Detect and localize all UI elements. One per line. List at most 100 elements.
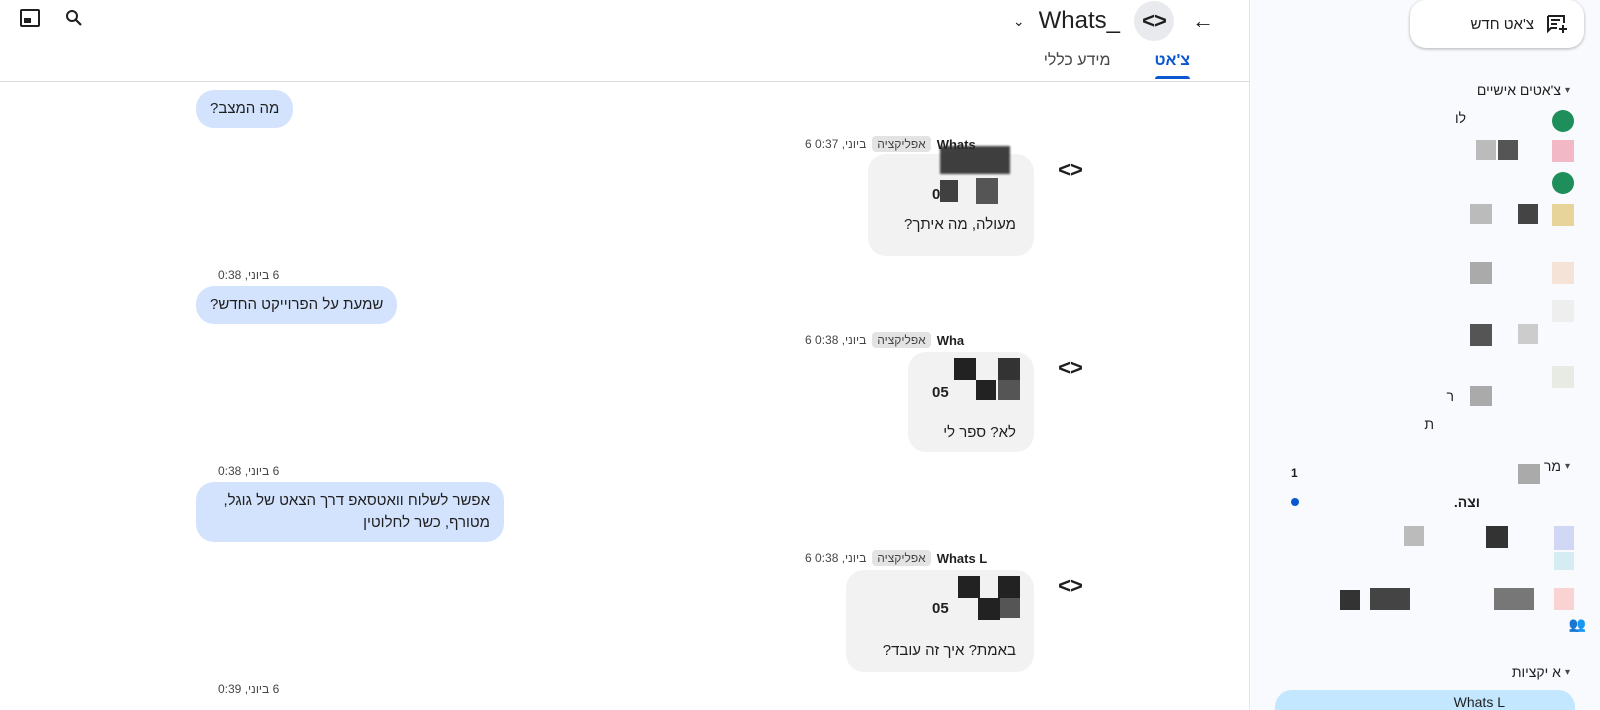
section-title: צ'אטים אישיים (1476, 82, 1561, 98)
redacted-block (1404, 526, 1424, 546)
redacted-block (1470, 386, 1492, 406)
message-time: 6 ביוני, 0:37 (805, 137, 867, 151)
redacted-block (1518, 324, 1538, 344)
redacted-block (1370, 588, 1410, 610)
direct-messages-header[interactable]: ▾ צ'אטים אישיים (1477, 82, 1570, 98)
avatar (1552, 366, 1574, 388)
redacted-block (1470, 262, 1492, 284)
redacted-block (1476, 140, 1496, 160)
message-time: 6 ביוני, 0:38 (805, 551, 867, 565)
app-avatar-icon[interactable]: <> (1050, 566, 1090, 606)
new-chat-icon (1547, 15, 1567, 34)
redacted-block (1470, 324, 1492, 346)
message-text: לא? ספר לי (943, 424, 1016, 441)
avatar (1552, 300, 1574, 322)
avatar (1552, 140, 1574, 162)
browse-spaces-link[interactable]: 👥 (1569, 616, 1586, 633)
avatar (1554, 588, 1574, 610)
message-list: מה המצב? 6 ביוני, 0:37 אפליקציה Whats 0 … (0, 82, 1250, 710)
redacted-block (978, 598, 1000, 620)
message-time: 6 ביוני, 0:38 (805, 333, 867, 347)
redacted-block (1340, 590, 1360, 610)
avatar (1552, 262, 1574, 284)
caret-down-icon: ▾ (1564, 666, 1570, 678)
picture-in-picture-icon[interactable] (18, 6, 42, 30)
caret-down-icon: ▾ (1564, 84, 1570, 96)
avatar (1552, 110, 1574, 132)
sidebar-item-app[interactable]: Whats L (1275, 690, 1575, 710)
redacted-block (1494, 588, 1534, 610)
app-badge: אפליקציה (872, 332, 931, 348)
incoming-message[interactable]: 05 לא? ספר לי (908, 352, 1034, 452)
space-row-label[interactable]: וצה. (1454, 494, 1480, 510)
app-badge: אפליקציה (872, 136, 931, 152)
redacted-block (998, 380, 1020, 400)
app-badge: אפליקציה (872, 550, 931, 566)
sender-phone: 05 (932, 600, 949, 617)
sender-name: Wha (936, 332, 965, 348)
chat-title-area: ⌄ Whats_ <> ← (1013, 1, 1214, 41)
people-icon: 👥 (1568, 616, 1586, 632)
message-time: 6 ביוני, 0:38 (218, 464, 280, 478)
chat-row-label[interactable]: ר (1447, 388, 1454, 404)
message-text: מעולה, מה איתך? (904, 216, 1016, 233)
message-text: באמת? איך זה עובד? (882, 642, 1016, 659)
app-avatar-icon[interactable]: <> (1050, 348, 1090, 388)
app-window: ⌄ Whats_ <> ← צ'אט מידע כללי מה המצב? 6 … (0, 0, 1600, 710)
app-avatar: <> (1134, 1, 1174, 41)
redacted-block (976, 380, 996, 400)
chat-header: ⌄ Whats_ <> ← צ'אט מידע כללי (0, 0, 1250, 82)
outgoing-message[interactable]: מה המצב? (196, 90, 294, 128)
section-title: א יקציות (1511, 664, 1561, 680)
new-chat-button[interactable]: צ'אט חדש (1410, 0, 1584, 48)
message-time: 6 ביוני, 0:38 (218, 268, 280, 282)
outgoing-message[interactable]: אפשר לשלוח וואטסאפ דרך הצאט של גוגל, מטו… (196, 482, 504, 542)
incoming-message-meta: 6 ביוני, 0:38 אפליקציה Wha (805, 332, 964, 348)
chat-tabs: צ'אט מידע כללי (1044, 52, 1191, 79)
unread-dot (1291, 498, 1299, 506)
arrow-back-icon[interactable]: ← (1192, 8, 1214, 34)
redacted-block (1498, 140, 1518, 160)
chat-row-label[interactable]: ת (1424, 416, 1434, 432)
avatar (1552, 204, 1574, 226)
redacted-block (1518, 464, 1540, 484)
redacted-block (1486, 526, 1508, 548)
spaces-header[interactable]: ▾ מר (1544, 458, 1570, 474)
sender-name: Whats L (936, 550, 988, 566)
chevron-down-icon[interactable]: ⌄ (1013, 13, 1025, 30)
new-chat-label: צ'אט חדש (1470, 15, 1534, 33)
incoming-message-meta: 6 ביוני, 0:38 אפליקציה Whats L (805, 550, 987, 566)
redacted-block (954, 358, 976, 380)
redacted-block (998, 358, 1020, 380)
app-item-label: Whats L (1453, 694, 1505, 710)
apps-header[interactable]: ▾ א יקציות (1512, 664, 1570, 680)
redacted-block (976, 178, 998, 204)
search-icon[interactable] (62, 6, 86, 30)
incoming-message[interactable]: 0 מעולה, מה איתך? (868, 146, 1034, 256)
caret-down-icon: ▾ (1564, 460, 1570, 472)
incoming-message[interactable]: 05 באמת? איך זה עובד? (846, 570, 1034, 672)
redacted-block (1518, 204, 1538, 224)
outgoing-message[interactable]: שמעת על הפרוייקט החדש? (196, 286, 398, 324)
message-time: 6 ביוני, 0:39 (218, 682, 280, 696)
redacted-block (1470, 204, 1492, 224)
avatar (1554, 552, 1574, 570)
sidebar: צ'אט חדש ▾ צ'אטים אישיים לו ר ת ▾ מר 1 ו… (1251, 0, 1600, 710)
chat-panel: ⌄ Whats_ <> ← צ'אט מידע כללי מה המצב? 6 … (0, 0, 1250, 710)
message-text-line: אפשר לשלוח וואטסאפ דרך הצאט של גוגל, (223, 492, 490, 509)
redacted-block (940, 146, 1010, 174)
redacted-block (958, 576, 980, 598)
avatar (1554, 526, 1574, 550)
redacted-block (940, 180, 958, 202)
chat-row-label[interactable]: לו (1455, 110, 1466, 126)
tab-chat[interactable]: צ'אט (1154, 52, 1191, 79)
unread-count: 1 (1291, 466, 1298, 480)
section-title: מר (1543, 458, 1561, 474)
redacted-block (1000, 598, 1020, 618)
app-avatar-icon[interactable]: <> (1050, 150, 1090, 190)
avatar (1552, 172, 1574, 194)
chat-title[interactable]: Whats_ (1039, 7, 1120, 35)
message-text-line: מטורף, כשר לחלוטין (363, 514, 490, 531)
tab-info[interactable]: מידע כללי (1044, 52, 1111, 78)
redacted-block (998, 576, 1020, 598)
